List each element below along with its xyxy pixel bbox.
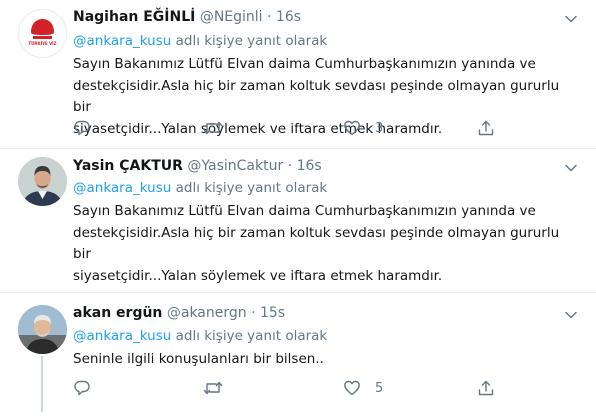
like-count: 5 [375,380,384,396]
display-name[interactable]: Nagihan EĞİNLİ [73,9,195,25]
tweet-2[interactable]: Yasin ÇAKTUR @YasinCaktur · 16s @ankara_… [0,149,596,292]
separator-dot: · [267,9,272,25]
heart-icon [344,120,360,136]
reply-mention-link[interactable]: @ankara_kusu [73,33,171,49]
avatar-logo-text: TÜRKİYE VİZ [28,41,56,46]
like-count: 3 [375,120,384,136]
retweet-button[interactable] [203,378,237,398]
reply-mention-link[interactable]: @ankara_kusu [73,180,171,196]
display-name[interactable]: akan ergün [73,305,162,321]
reply-context-text: adlı kişiye yanıt olarak [171,180,328,196]
reply-context-text: adlı kişiye yanıt olarak [171,33,328,49]
handle[interactable]: @akanergn [167,305,247,321]
tweet-header: akan ergün @akanergn · 15s [73,305,285,321]
more-options-button[interactable] [564,11,578,25]
reply-context: @ankara_kusu adlı kişiye yanıt olarak [73,33,327,49]
reply-mention-link[interactable]: @ankara_kusu [73,328,171,344]
like-button[interactable]: 3 [343,118,383,138]
retweet-icon [203,121,223,135]
chevron-down-icon [565,164,577,172]
reply-button[interactable] [73,118,105,138]
tweet-header: Yasin ÇAKTUR @YasinCaktur · 16s [73,158,322,174]
timestamp[interactable]: 16s [276,9,301,25]
action-bar: 3 [73,118,573,138]
tweet-text: Seninle ilgili konuşulanları bir bilsen.… [73,351,324,367]
more-options-button[interactable] [564,307,578,321]
reply-icon [74,120,90,136]
heart-icon [344,380,360,396]
tweet-text: Sayın Bakanımız Lütfü Elvan daima Cumhur… [73,203,560,284]
separator-dot: · [251,305,256,321]
retweet-button[interactable] [203,118,237,138]
share-icon [478,120,494,136]
reply-icon [74,380,90,396]
share-icon [478,380,494,396]
retweet-icon [203,381,223,395]
tweet-header: Nagihan EĞİNLİ @NEginli · 16s [73,9,301,25]
display-name[interactable]: Yasin ÇAKTUR [73,158,183,174]
avatar-photo-image [18,305,67,354]
separator-dot: · [287,158,293,174]
share-button[interactable] [477,118,495,138]
handle[interactable]: @YasinCaktur [187,158,283,174]
avatar[interactable] [18,305,67,354]
chevron-down-icon [565,311,577,319]
like-button[interactable]: 5 [343,378,383,398]
timestamp[interactable]: 15s [260,305,285,321]
tweet-3[interactable]: akan ergün @akanergn · 15s @ankara_kusu … [0,293,596,416]
avatar[interactable] [18,157,67,206]
handle[interactable]: @NEginli [200,9,263,25]
tweet-1[interactable]: TÜRKİYE VİZ Nagihan EĞİNLİ @NEginli · 16… [0,0,596,148]
avatar-photo-image [18,157,67,206]
chevron-down-icon [565,15,577,23]
avatar[interactable]: TÜRKİYE VİZ [18,9,67,58]
share-button[interactable] [477,378,495,398]
avatar-logo-image: TÜRKİYE VİZ [19,10,66,57]
timestamp[interactable]: 16s [297,158,322,174]
reply-context: @ankara_kusu adlı kişiye yanıt olarak [73,328,327,344]
reply-context-text: adlı kişiye yanıt olarak [171,328,328,344]
reply-context: @ankara_kusu adlı kişiye yanıt olarak [73,180,327,196]
reply-button[interactable] [73,378,105,398]
action-bar: 5 [73,378,573,398]
more-options-button[interactable] [564,160,578,174]
